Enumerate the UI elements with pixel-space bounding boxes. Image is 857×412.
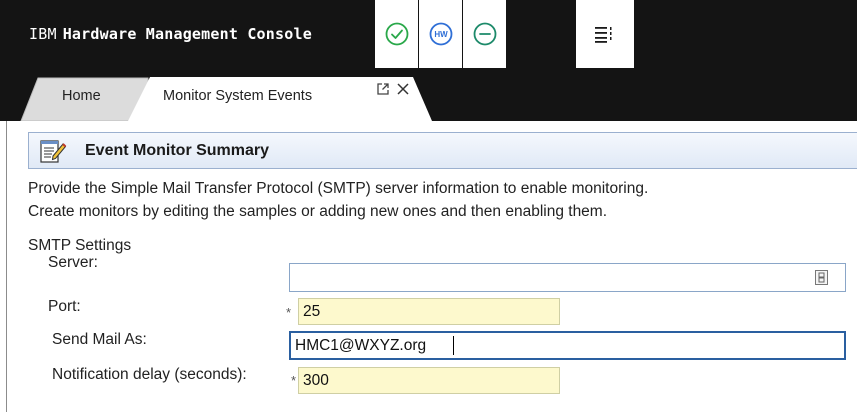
summary-title: Event Monitor Summary (85, 142, 270, 159)
smtp-settings-heading: SMTP Settings (28, 237, 132, 254)
hardware-messages-button[interactable]: HW (419, 0, 462, 68)
delay-required-marker: * (291, 373, 297, 388)
description-line-2: Create monitors by editing the samples o… (28, 203, 608, 220)
tab-home[interactable]: Home (62, 88, 101, 104)
tab-monitor-system-events[interactable]: Monitor System Events (163, 88, 312, 104)
event-monitor-summary-header: Event Monitor Summary (28, 132, 857, 169)
port-input[interactable] (298, 298, 560, 325)
brand-ibm: IBM (29, 25, 57, 43)
top-header-bar: IBM Hardware Management Console HW (0, 0, 857, 68)
port-label: Port: (48, 298, 81, 315)
status-ok-button[interactable] (375, 0, 418, 68)
hardware-hw-icon: HW (429, 22, 452, 46)
server-input[interactable] (289, 263, 846, 292)
notification-delay-label: Notification delay (seconds): (52, 366, 247, 383)
hw-icon-text: HW (434, 30, 448, 39)
description-line-1: Provide the Simple Mail Transfer Protoco… (28, 180, 649, 197)
close-icon[interactable] (395, 81, 411, 102)
port-required-marker: * (286, 305, 292, 320)
tab-actions (375, 81, 411, 102)
task-menu-button[interactable] (576, 0, 634, 68)
app-title: IBM Hardware Management Console (29, 25, 312, 43)
brand-name: Hardware Management Console (62, 25, 312, 43)
task-menu-icon (595, 27, 612, 43)
check-circle-icon (385, 22, 408, 46)
send-mail-as-label: Send Mail As: (52, 331, 147, 348)
notification-delay-input[interactable] (298, 367, 560, 394)
status-tiles: HW (375, 0, 506, 68)
text-caret (453, 336, 454, 355)
server-label: Server: (48, 254, 98, 271)
notepad-edit-icon (40, 140, 67, 163)
send-mail-as-input[interactable] (289, 331, 846, 360)
server-lookup-icon[interactable] (815, 270, 828, 285)
tab-shapes (20, 77, 432, 121)
popout-icon[interactable] (375, 81, 391, 102)
status-minus-button[interactable] (463, 0, 506, 68)
content-left-border (6, 121, 7, 412)
main-content: Event Monitor Summary Provide the Simple… (0, 121, 857, 412)
minus-circle-icon (473, 22, 496, 46)
tab-bar: Home Monitor System Events (0, 68, 857, 121)
